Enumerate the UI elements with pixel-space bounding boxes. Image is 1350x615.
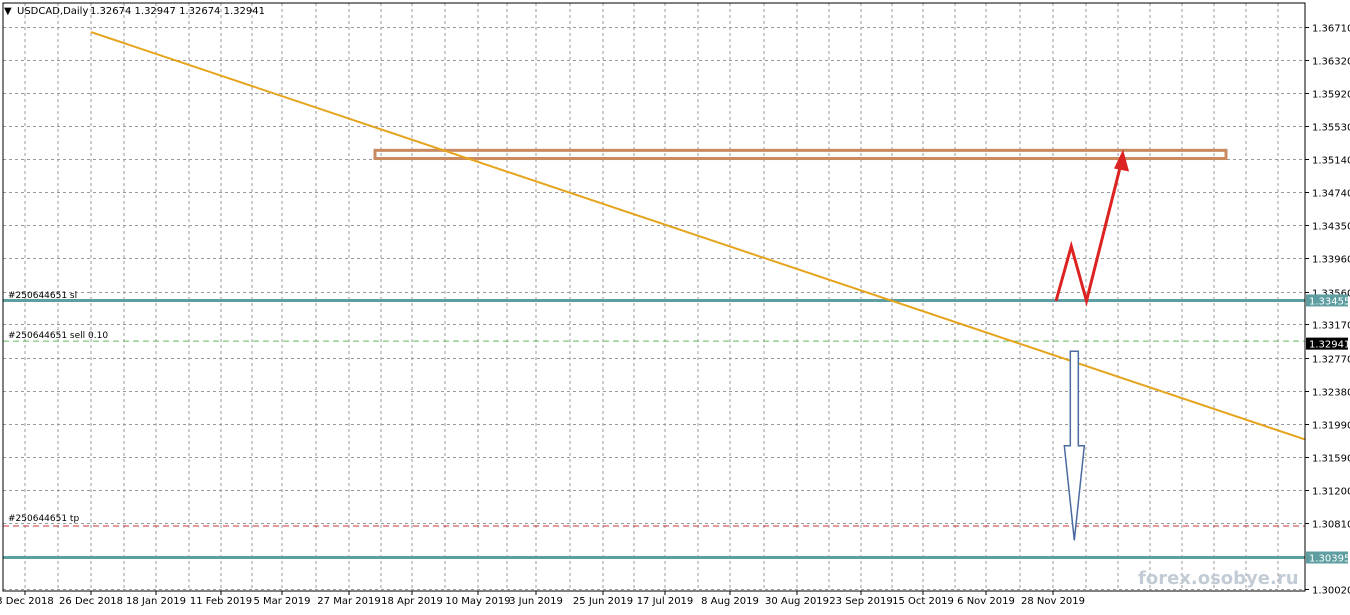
x-tick-label: 5 Mar 2019 [253, 596, 310, 607]
x-tick-label: 26 Dec 2018 [59, 596, 123, 607]
chart-background [0, 0, 1350, 611]
x-tick-label: 15 Oct 2019 [892, 596, 954, 607]
current-price-label: 1.32941 [1309, 340, 1350, 351]
y-tick-label: 1.31990 [1312, 421, 1350, 432]
x-tick-label: 11 Feb 2019 [190, 596, 252, 607]
y-tick-label: 1.32770 [1312, 355, 1350, 366]
x-tick-label: 17 Jul 2019 [637, 596, 694, 607]
x-tick-label: 8 Aug 2019 [701, 596, 759, 607]
x-tick-label: 25 Jun 2019 [573, 596, 633, 607]
level-price-tp: 1.30395 [1309, 553, 1350, 564]
y-tick-label: 1.35530 [1312, 123, 1350, 134]
y-tick-label: 1.31590 [1312, 454, 1350, 465]
y-tick-label: 1.32380 [1312, 388, 1350, 399]
price-chart[interactable]: 1.36710 1.36320 1.35920 1.35530 1.35140 1.347… [0, 0, 1350, 611]
y-tick-label: 1.30810 [1312, 520, 1350, 531]
x-tick-label: 23 Sep 2019 [829, 596, 892, 607]
y-tick-label: 1.33960 [1312, 255, 1350, 266]
x-tick-label: 10 May 2019 [445, 596, 510, 607]
x-tick-label: 3 Dec 2018 [0, 596, 54, 607]
menu-glyph[interactable]: ▼ [4, 6, 12, 17]
x-tick-label: 28 Nov 2019 [1021, 596, 1085, 607]
chart-header: ▼ USDCAD,Daily 1.32674 1.32947 1.32674 1… [4, 6, 265, 17]
y-tick-label: 1.35140 [1312, 156, 1350, 167]
x-tick-label: 30 Aug 2019 [765, 596, 829, 607]
y-tick-label: 1.34740 [1312, 189, 1350, 200]
x-tick-label: 27 Mar 2019 [317, 596, 380, 607]
order-label-sell: #250644651 sell 0.10 [8, 331, 108, 341]
y-tick-label: 1.35920 [1312, 90, 1350, 101]
symbol-label: USDCAD,Daily [17, 6, 88, 17]
chart-window[interactable]: 1.36710 1.36320 1.35920 1.35530 1.35140 1.347… [0, 0, 1350, 611]
order-label-tp: #250644651 tp [8, 514, 79, 524]
y-tick-label: 1.31200 [1312, 487, 1350, 498]
y-tick-label: 1.34350 [1312, 222, 1350, 233]
y-tick-label: 1.36320 [1312, 57, 1350, 68]
order-label-sl: #250644651 sl [8, 291, 77, 301]
x-tick-label: 6 Nov 2019 [957, 596, 1015, 607]
x-tick-label: 18 Apr 2019 [381, 596, 443, 607]
level-price-sl: 1.33455 [1309, 296, 1350, 307]
y-tick-label: 1.33170 [1312, 321, 1350, 332]
x-tick-label: 3 Jun 2019 [509, 596, 563, 607]
x-tick-label: 18 Jan 2019 [126, 596, 186, 607]
y-tick-label: 1.30020 [1312, 586, 1350, 597]
watermark: forex.osobye.ru [1138, 568, 1299, 589]
y-tick-label: 1.36710 [1312, 24, 1350, 35]
ohlc-label: 1.32674 1.32947 1.32674 1.32941 [90, 6, 265, 17]
